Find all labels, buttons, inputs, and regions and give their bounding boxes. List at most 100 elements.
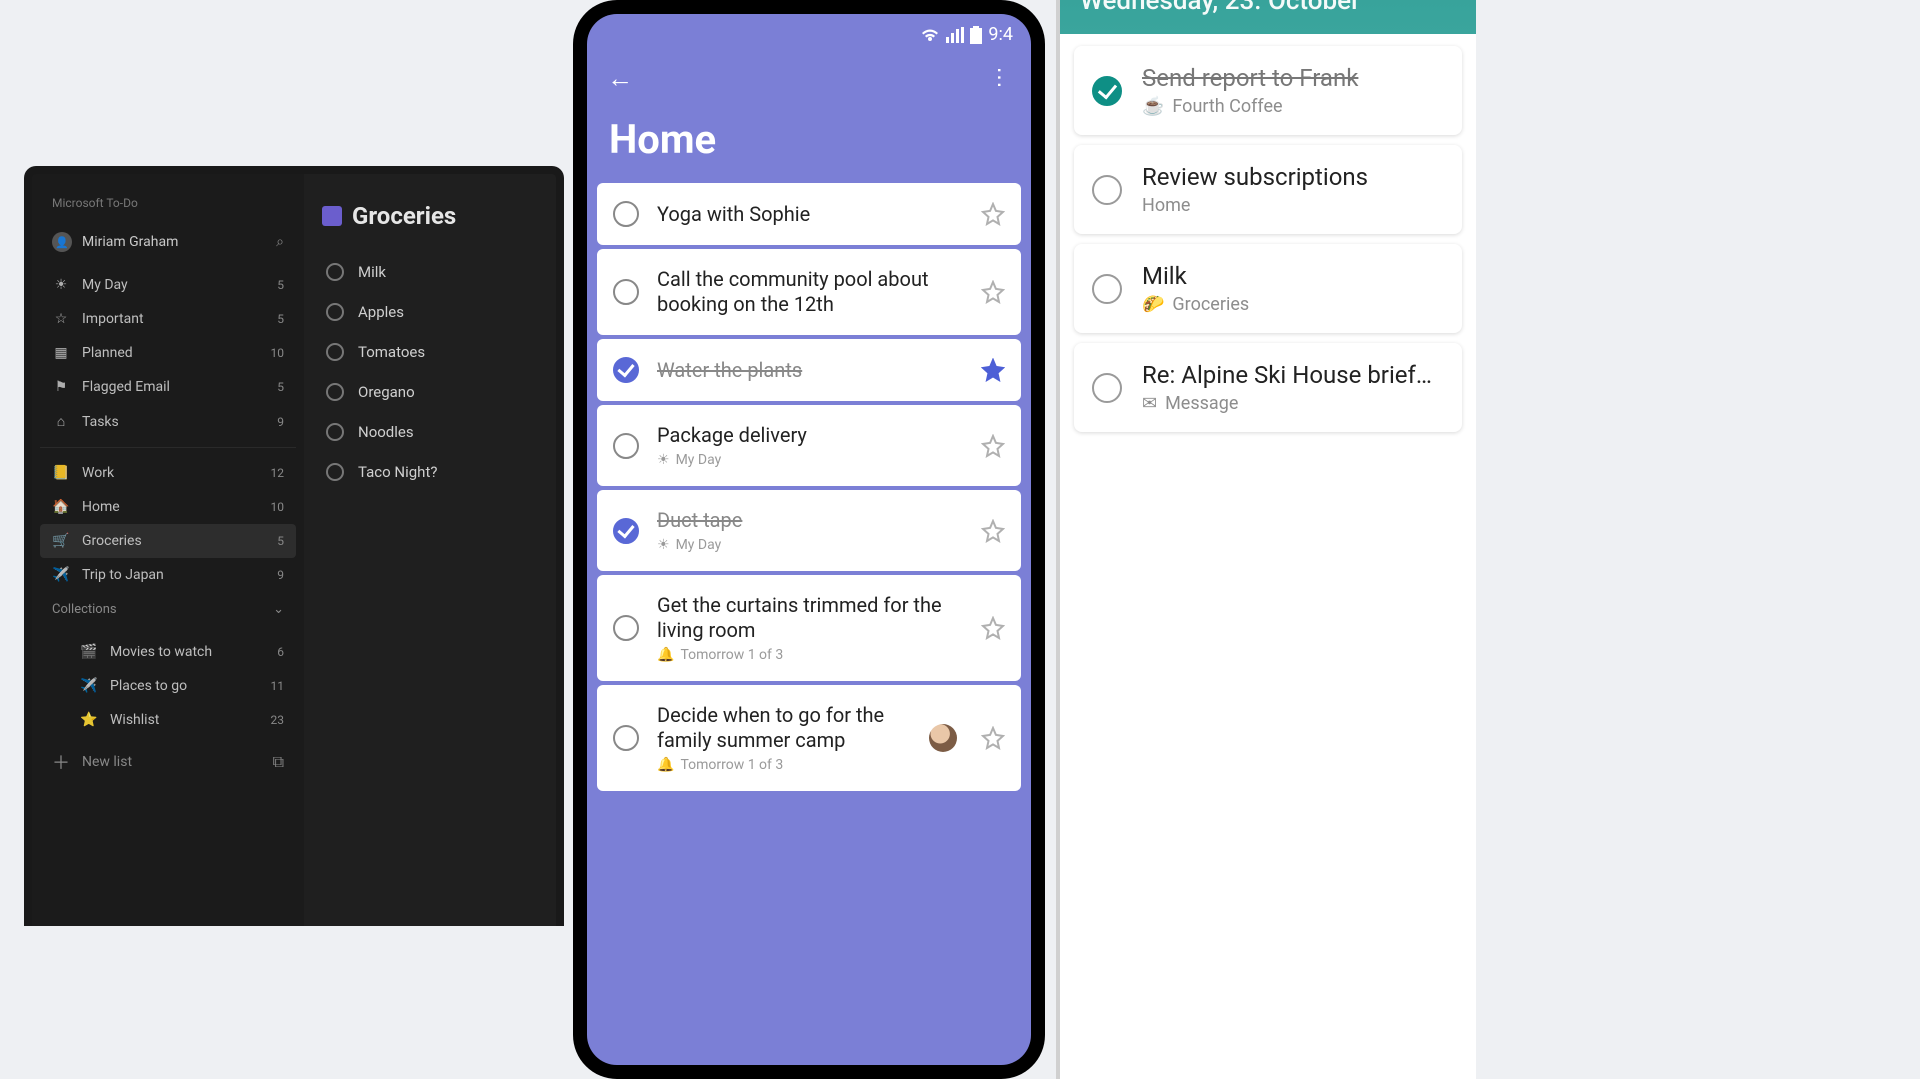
task-checkbox[interactable] xyxy=(326,383,344,401)
star-button[interactable] xyxy=(981,519,1005,543)
desktop-sidebar: Microsoft To-Do 👤 Miriam Graham ⌕ ☀My Da… xyxy=(32,174,304,926)
task-text: Re: Alpine Ski House brief… xyxy=(1142,361,1444,389)
desktop-window: Microsoft To-Do 👤 Miriam Graham ⌕ ☀My Da… xyxy=(24,166,564,926)
sidebar-item-work[interactable]: 📒Work12 xyxy=(40,456,296,490)
task-row[interactable]: Apples xyxy=(322,292,538,332)
task-text: Call the community pool about booking on… xyxy=(657,267,963,317)
sidebar-item-movies-to-watch[interactable]: 🎬Movies to watch6 xyxy=(68,635,296,669)
task-text: Get the curtains trimmed for the living … xyxy=(657,593,963,643)
sidebar-item-flagged-email[interactable]: ⚑Flagged Email5 xyxy=(40,370,296,404)
task-checkbox[interactable] xyxy=(613,201,639,227)
sidebar-item-places-to-go[interactable]: ✈️Places to go11 xyxy=(68,669,296,703)
task-row[interactable]: Decide when to go for the family summer … xyxy=(597,685,1021,791)
list-icon: 🎬 xyxy=(80,644,98,660)
collections-header[interactable]: Collections ⌄ xyxy=(40,592,296,627)
task-row[interactable]: Noodles xyxy=(322,412,538,452)
sub-icon: 🌮 xyxy=(1142,294,1164,315)
task-checkbox[interactable] xyxy=(1092,76,1122,106)
task-checkbox[interactable] xyxy=(1092,274,1122,304)
star-button[interactable] xyxy=(981,202,1005,226)
task-checkbox[interactable] xyxy=(613,518,639,544)
new-list-row[interactable]: ＋ New list ⧉ xyxy=(40,737,296,787)
task-checkbox[interactable] xyxy=(613,357,639,383)
task-row[interactable]: Duct tape☀My Day xyxy=(597,490,1021,571)
task-checkbox[interactable] xyxy=(613,725,639,751)
divider xyxy=(40,447,296,448)
task-checkbox[interactable] xyxy=(1092,373,1122,403)
task-checkbox[interactable] xyxy=(326,423,344,441)
task-checkbox[interactable] xyxy=(326,463,344,481)
star-button[interactable] xyxy=(981,726,1005,750)
task-text: Package delivery xyxy=(657,423,963,448)
task-text: Duct tape xyxy=(657,508,963,533)
task-checkbox[interactable] xyxy=(613,433,639,459)
task-row[interactable]: Get the curtains trimmed for the living … xyxy=(597,575,1021,681)
sidebar-item-planned[interactable]: ▦Planned10 xyxy=(40,336,296,370)
task-row[interactable]: Taco Night? xyxy=(322,452,538,492)
sidebar-item-count: 5 xyxy=(260,312,284,326)
task-checkbox[interactable] xyxy=(326,303,344,321)
sidebar-item-wishlist[interactable]: ⭐Wishlist23 xyxy=(68,703,296,737)
task-row[interactable]: Package delivery☀My Day xyxy=(597,405,1021,486)
wifi-icon xyxy=(920,27,940,43)
sidebar-item-count: 9 xyxy=(260,415,284,429)
sidebar-item-label: Flagged Email xyxy=(82,379,248,395)
task-text: Noodles xyxy=(358,423,414,441)
star-button[interactable] xyxy=(981,358,1005,382)
sidebar-item-my-day[interactable]: ☀My Day5 xyxy=(40,268,296,302)
more-button[interactable]: ⋯ xyxy=(987,67,1012,91)
list-icon: ⭐ xyxy=(80,712,98,728)
task-text: Apples xyxy=(358,303,404,321)
list-icon: ▦ xyxy=(52,345,70,361)
phone1-title: Home xyxy=(587,106,1031,183)
task-text: Milk xyxy=(358,263,386,281)
task-row[interactable]: Review subscriptionsHome xyxy=(1074,145,1462,234)
task-text: Taco Night? xyxy=(358,463,437,481)
star-button[interactable] xyxy=(981,434,1005,458)
task-row[interactable]: Milk🌮Groceries xyxy=(1074,244,1462,333)
task-row[interactable]: Call the community pool about booking on… xyxy=(597,249,1021,335)
task-row[interactable]: Oregano xyxy=(322,372,538,412)
task-checkbox[interactable] xyxy=(326,263,344,281)
task-checkbox[interactable] xyxy=(1092,175,1122,205)
task-subtext: 🔔Tomorrow 1 of 3 xyxy=(657,647,963,663)
signal-icon xyxy=(946,27,964,43)
sidebar-item-tasks[interactable]: ⌂Tasks9 xyxy=(40,404,296,439)
task-checkbox[interactable] xyxy=(613,615,639,641)
sidebar-item-important[interactable]: ☆Important5 xyxy=(40,302,296,336)
sidebar-item-home[interactable]: 🏠Home10 xyxy=(40,490,296,524)
task-row[interactable]: Tomatoes xyxy=(322,332,538,372)
sidebar-item-label: Important xyxy=(82,311,248,327)
task-row[interactable]: Milk xyxy=(322,252,538,292)
task-row[interactable]: Water the plants xyxy=(597,339,1021,401)
phone-frame-1: 9:4 ← ⋯ Home Yoga with SophieCall the co… xyxy=(573,0,1045,1079)
list-title-row: Groceries xyxy=(322,202,538,230)
user-name: Miriam Graham xyxy=(82,234,266,250)
sidebar-item-label: Tasks xyxy=(82,414,248,430)
task-row[interactable]: Yoga with Sophie xyxy=(597,183,1021,245)
sidebar-item-label: Groceries xyxy=(82,533,248,549)
task-row[interactable]: Send report to Frank☕Fourth Coffee xyxy=(1074,46,1462,135)
star-button[interactable] xyxy=(981,280,1005,304)
sidebar-item-count: 11 xyxy=(260,679,284,693)
phone-frame-2: Wednesday, 23. October Send report to Fr… xyxy=(1056,0,1476,1079)
task-subtext: ✉Message xyxy=(1142,393,1444,414)
list-icon: 🏠 xyxy=(52,499,70,515)
back-button[interactable]: ← xyxy=(607,63,633,94)
sidebar-item-count: 5 xyxy=(260,278,284,292)
task-row[interactable]: Re: Alpine Ski House brief… ✉Message xyxy=(1074,343,1462,432)
star-button[interactable] xyxy=(981,616,1005,640)
sidebar-item-count: 5 xyxy=(260,534,284,548)
search-icon[interactable]: ⌕ xyxy=(276,234,284,250)
sidebar-item-trip-to-japan[interactable]: ✈️Trip to Japan9 xyxy=(40,558,296,592)
sidebar-item-label: Movies to watch xyxy=(110,644,248,660)
sidebar-item-groceries[interactable]: 🛒Groceries5 xyxy=(40,524,296,558)
desktop-main: Groceries Milk Apples TomatoesOregano Noodl… xyxy=(304,174,556,926)
task-checkbox[interactable] xyxy=(326,343,344,361)
new-group-icon[interactable]: ⧉ xyxy=(273,752,284,772)
sub-icon: ☕ xyxy=(1142,96,1164,117)
user-row[interactable]: 👤 Miriam Graham ⌕ xyxy=(40,224,296,260)
sidebar-item-label: My Day xyxy=(82,277,248,293)
chevron-down-icon: ⌄ xyxy=(273,602,284,617)
task-checkbox[interactable] xyxy=(613,279,639,305)
